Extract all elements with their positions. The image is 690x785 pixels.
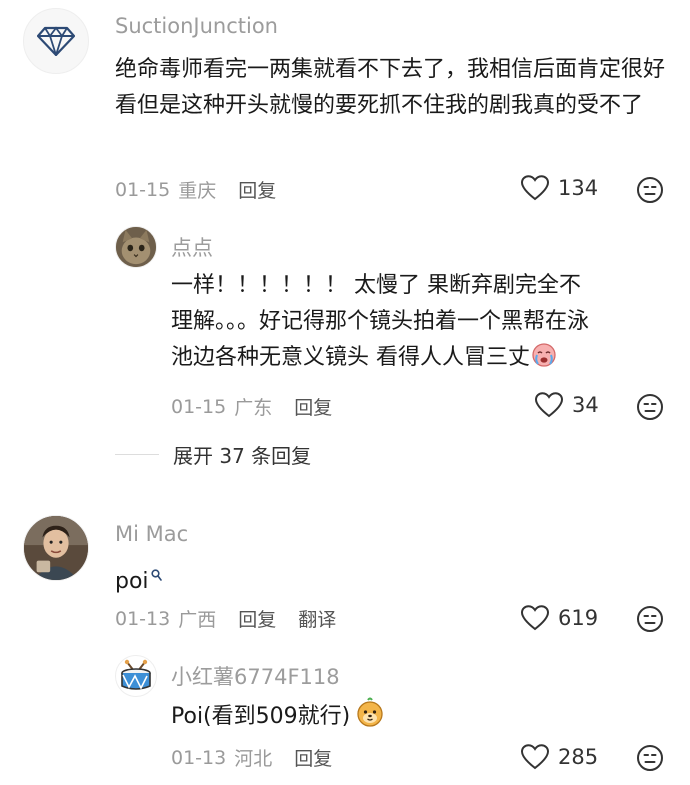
like-button[interactable]: 619 (520, 604, 598, 632)
comment-date: 01-13 (115, 607, 171, 630)
reply-location: 广东 (234, 397, 273, 419)
dislike-face-icon[interactable] (636, 393, 664, 421)
username[interactable]: 小红薯6774F118 (171, 661, 340, 691)
like-button[interactable]: 34 (534, 391, 599, 419)
diamond-icon (37, 26, 75, 56)
reply-text: 一样！！！！！！ 太慢了 果断弃剧完全不理解。。。好记得那个镜头拍着一个黑帮在泳… (171, 268, 601, 380)
reply-button[interactable]: 回复 (294, 744, 332, 771)
dislike-face-icon[interactable] (636, 605, 664, 633)
comment-location: 广西 (178, 609, 217, 631)
avatar[interactable] (115, 655, 157, 697)
dislike-face-icon[interactable] (636, 176, 664, 204)
reply-button[interactable]: 回复 (238, 605, 276, 632)
comment-location: 重庆 (178, 180, 217, 202)
comment-text: 绝命毒师看完一两集就看不下去了，我相信后面肯定很好看但是这种开头就慢的要死抓不住… (115, 57, 666, 118)
reply-date: 01-15 (171, 395, 227, 418)
comment-date: 01-15 (115, 178, 171, 201)
search-icon[interactable] (150, 558, 162, 594)
username[interactable]: SuctionJunction (115, 14, 278, 38)
comment-meta: 01-13 广西 回复 翻译 (115, 605, 336, 632)
reply-text: Poi(看到509就行) (171, 697, 571, 739)
crying-face-emoji-icon (530, 340, 558, 380)
heart-icon (534, 392, 564, 418)
expand-replies-button[interactable]: 展开 37 条回复 (115, 440, 311, 469)
heart-icon (520, 605, 550, 631)
comment-text-content: poi (115, 569, 149, 594)
heart-icon (520, 744, 550, 770)
avatar[interactable] (23, 515, 89, 581)
username[interactable]: Mi Mac (115, 522, 188, 546)
reply-meta: 01-15 广东 回复 (171, 393, 332, 420)
person-avatar-icon (24, 516, 88, 580)
like-count: 285 (558, 745, 599, 769)
expand-replies-label: 展开 37 条回复 (173, 444, 312, 468)
divider (115, 454, 159, 455)
drum-avatar-icon (121, 659, 151, 690)
reply-location: 河北 (234, 748, 273, 770)
cat-avatar-icon (116, 227, 156, 267)
like-button[interactable]: 285 (520, 743, 598, 771)
dislike-face-icon[interactable] (636, 744, 664, 772)
reply-button[interactable]: 回复 (238, 176, 276, 203)
username[interactable]: 点点 (171, 232, 213, 262)
translate-button[interactable]: 翻译 (298, 605, 336, 632)
avatar[interactable] (115, 226, 157, 268)
comment-meta: 01-15 重庆 回复 (115, 176, 276, 203)
reply-date: 01-13 (171, 746, 227, 769)
comment-feed: SuctionJunction 绝命毒师看完一两集就看不下去了，我相信后面肯定很… (0, 0, 690, 785)
cute-dog-emoji-icon (354, 697, 386, 739)
avatar[interactable] (23, 8, 89, 74)
comment-text: poi (115, 558, 415, 600)
like-count: 134 (558, 176, 599, 200)
like-button[interactable]: 134 (520, 174, 598, 202)
heart-icon (520, 175, 550, 201)
reply-text-content: Poi(看到509就行) (171, 704, 351, 729)
reply-text-tail: 人人冒三丈 (420, 345, 531, 370)
reply-meta: 01-13 河北 回复 (171, 744, 332, 771)
like-count: 619 (558, 606, 599, 630)
reply-button[interactable]: 回复 (294, 393, 332, 420)
like-count: 34 (572, 393, 599, 417)
